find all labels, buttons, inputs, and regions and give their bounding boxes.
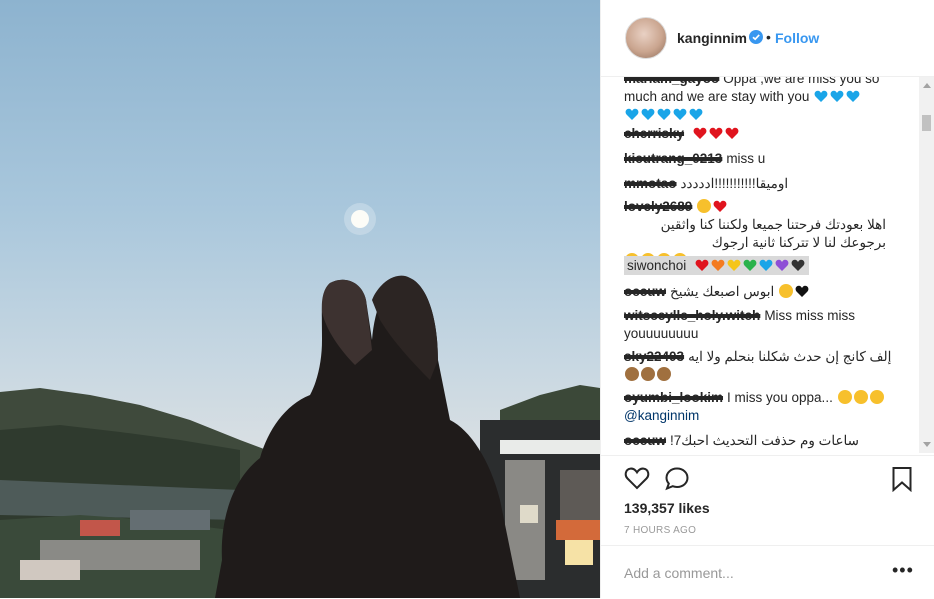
comment-username[interactable]: occuw (624, 433, 666, 448)
see-no-evil-monkey-icon (641, 367, 655, 381)
post-sidebar: kanginnim • Follow mariam_gayoo Oppa ,we … (600, 0, 934, 598)
blue-heart-icon (625, 108, 639, 120)
comment-item: occuw ابوس اصبعك يشيخ (624, 283, 914, 301)
comment-username[interactable]: mariam_gayoo (624, 77, 719, 86)
comment-username[interactable]: oyumbi_lookim (624, 390, 723, 405)
comment-item: siwonchoi (624, 256, 914, 275)
post-header: kanginnim • Follow (601, 0, 934, 77)
black-heart-icon (795, 285, 809, 297)
blue-heart-icon (689, 108, 703, 120)
comment-item: mmotao اوميقا!!!!!!!!!!!اددددد (624, 175, 914, 193)
comments-scrollbar[interactable] (919, 77, 934, 453)
comment-text: إلف كانج إن حدث شكلنا بنحلم ولا ايه (688, 349, 892, 364)
yellow-heart-icon (727, 259, 741, 271)
comment-username[interactable]: witsceylle_holy.witch (624, 308, 760, 323)
comment-item: kieutrang_0213 miss u (624, 150, 914, 168)
comment-username[interactable]: siwonchoi (627, 258, 686, 273)
bookmark-icon[interactable] (891, 466, 913, 492)
red-heart-icon (709, 127, 723, 139)
red-heart-icon (693, 127, 707, 139)
see-no-evil-monkey-icon (657, 367, 671, 381)
blue-heart-icon (641, 108, 655, 120)
comment-item: witsceylle_holy.witch Miss miss miss youu… (624, 307, 914, 343)
avatar[interactable] (625, 17, 667, 59)
star-struck-emoji-icon (869, 390, 884, 404)
comment-item: cherrisky (624, 125, 914, 143)
comment-item: oyumbi_lookim I miss you oppa... @kanginn… (624, 389, 914, 425)
blue-heart-icon (657, 108, 671, 120)
laughing-emoji-icon (697, 199, 712, 213)
blue-heart-icon (673, 108, 687, 120)
blue-heart-icon (846, 90, 860, 102)
comment-text: miss u (726, 151, 766, 166)
comment-username[interactable]: occuw (624, 284, 666, 299)
orange-heart-icon (711, 259, 725, 271)
comment-text: I miss you oppa... (727, 390, 833, 405)
comment-username[interactable]: mmotao (624, 176, 677, 191)
comment-username[interactable]: kieutrang_0213 (624, 151, 722, 166)
post-timestamp: 7 HOURS AGO (624, 525, 697, 536)
scroll-up-arrow-icon[interactable] (923, 83, 931, 88)
blue-heart-icon (759, 259, 773, 271)
red-heart-icon (695, 259, 709, 271)
comment-item: occuw !ساعات وم حذفت التحديث احبك7 (624, 432, 914, 450)
red-heart-icon (725, 127, 739, 139)
comment-text: !ساعات وم حذفت التحديث احبك7 (670, 433, 859, 448)
see-no-evil-monkey-icon (625, 367, 639, 381)
comment-bubble-icon[interactable] (664, 466, 690, 491)
comment-username[interactable]: cherrisky (624, 126, 684, 141)
scroll-down-arrow-icon[interactable] (923, 442, 931, 447)
photo-scene (0, 203, 600, 598)
comment-item: mariam_gayoo Oppa ,we are miss you so muc… (624, 77, 914, 124)
purple-heart-icon (775, 259, 789, 271)
fearful-emoji-icon (779, 284, 794, 298)
separator-dot: • (766, 29, 771, 45)
author-username[interactable]: kanginnim (677, 30, 747, 46)
add-comment-input[interactable]: Add a comment... (624, 565, 734, 581)
likes-count[interactable]: 139,357 likes (624, 500, 710, 516)
broken-heart-icon (713, 200, 727, 212)
scrollbar-thumb[interactable] (922, 115, 931, 131)
mention-link[interactable]: @kanginnim (624, 408, 699, 423)
like-heart-icon[interactable] (624, 466, 650, 490)
comment-username[interactable]: lovely2689 (624, 199, 692, 214)
highlighted-comment: siwonchoi (624, 256, 810, 275)
action-bar (601, 455, 934, 504)
comment-text: اوميقا!!!!!!!!!!!اددددد (680, 176, 789, 191)
blue-heart-icon (814, 90, 828, 102)
add-comment-bar: Add a comment... ••• (601, 545, 934, 599)
follow-button[interactable]: Follow (775, 30, 819, 46)
star-struck-emoji-icon (837, 390, 852, 404)
comments-list[interactable]: mariam_gayoo Oppa ,we are miss you so muc… (601, 77, 919, 453)
comment-username[interactable]: sky22403 (624, 349, 684, 364)
green-heart-icon (743, 259, 757, 271)
post-photo (0, 0, 600, 598)
more-options-icon[interactable]: ••• (892, 560, 914, 581)
comment-text: اهلا بعودتك فرحتنا جميعا ولكننا كنا واثق… (660, 217, 886, 250)
verified-badge-icon (749, 30, 763, 44)
comment-item: sky22403 إلف كانج إن حدث شكلنا بنحلم ولا … (624, 348, 914, 384)
blue-heart-icon (830, 90, 844, 102)
black-heart-icon (791, 259, 805, 271)
comment-text: ابوس اصبعك يشيخ (670, 284, 775, 299)
star-struck-emoji-icon (853, 390, 868, 404)
